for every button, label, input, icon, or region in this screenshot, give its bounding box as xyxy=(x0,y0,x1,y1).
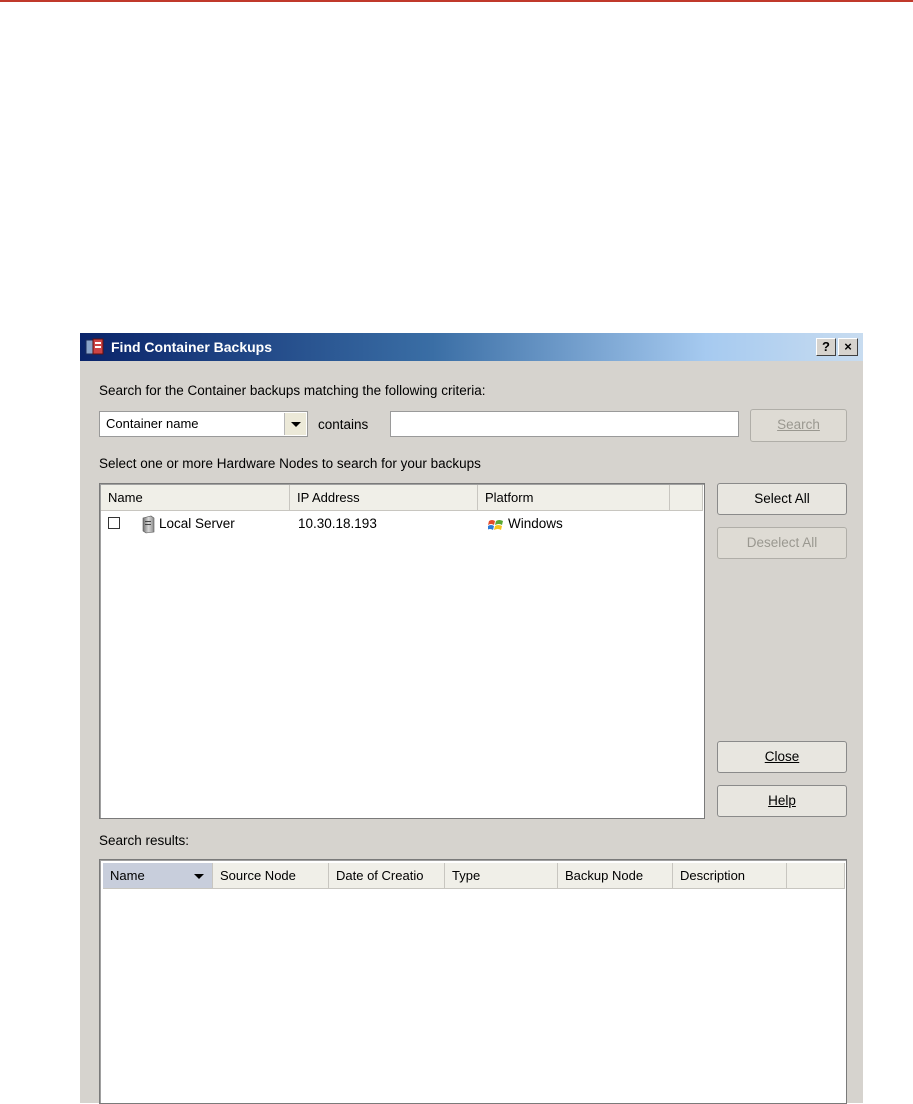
column-header-backup-node[interactable]: Backup Node xyxy=(558,863,673,888)
windows-logo-icon xyxy=(488,520,503,530)
nodes-list-header: Name IP Address Platform xyxy=(101,485,703,511)
chevron-down-icon xyxy=(291,422,301,427)
column-header-name[interactable]: Name xyxy=(101,485,290,510)
search-results-list[interactable]: Name Source Node Date of Creatio Type Ba… xyxy=(99,859,847,1104)
column-header-ip-address[interactable]: IP Address xyxy=(290,485,478,510)
deselect-all-button[interactable]: Deselect All xyxy=(717,527,847,559)
title-bar[interactable]: Find Container Backups ? × xyxy=(80,333,863,361)
results-list-header: Name Source Node Date of Creatio Type Ba… xyxy=(103,863,845,889)
column-header-source-node[interactable]: Source Node xyxy=(213,863,329,888)
sort-descending-icon xyxy=(194,874,204,879)
search-field-select[interactable]: Container name xyxy=(99,411,308,437)
column-header-filler xyxy=(670,485,703,510)
search-query-input[interactable] xyxy=(390,411,739,437)
select-all-button[interactable]: Select All xyxy=(717,483,847,515)
help-title-button[interactable]: ? xyxy=(816,338,836,356)
search-button[interactable]: Search xyxy=(750,409,847,442)
nodes-label: Select one or more Hardware Nodes to sea… xyxy=(99,456,481,471)
column-header-platform[interactable]: Platform xyxy=(478,485,670,510)
search-field-value: Container name xyxy=(106,416,199,431)
top-accent-rule xyxy=(0,0,913,2)
hardware-nodes-list[interactable]: Name IP Address Platform Local Server 10… xyxy=(99,483,705,819)
column-header-date-of-creation[interactable]: Date of Creatio xyxy=(329,863,445,888)
criteria-label: Search for the Container backups matchin… xyxy=(99,383,486,398)
node-checkbox[interactable] xyxy=(108,517,120,529)
close-button[interactable]: Close xyxy=(717,741,847,773)
column-header-filler xyxy=(787,863,845,888)
close-title-button[interactable]: × xyxy=(838,338,858,356)
node-platform-cell: Windows xyxy=(508,516,563,531)
node-ip-cell: 10.30.18.193 xyxy=(298,516,377,531)
operator-label: contains xyxy=(318,417,369,432)
dropdown-button[interactable] xyxy=(284,413,306,435)
column-header-description[interactable]: Description xyxy=(673,863,787,888)
search-results-label: Search results: xyxy=(99,833,190,848)
server-icon xyxy=(142,515,155,534)
app-icon xyxy=(85,338,104,355)
table-row[interactable]: Local Server 10.30.18.193 Windows xyxy=(101,513,703,535)
dialog-title: Find Container Backups xyxy=(111,339,273,355)
help-button[interactable]: Help xyxy=(717,785,847,817)
column-header-type[interactable]: Type xyxy=(445,863,558,888)
column-header-name[interactable]: Name xyxy=(103,863,213,888)
find-container-backups-dialog: Find Container Backups ? × Search for th… xyxy=(80,333,863,1104)
node-name-cell: Local Server xyxy=(159,516,235,531)
